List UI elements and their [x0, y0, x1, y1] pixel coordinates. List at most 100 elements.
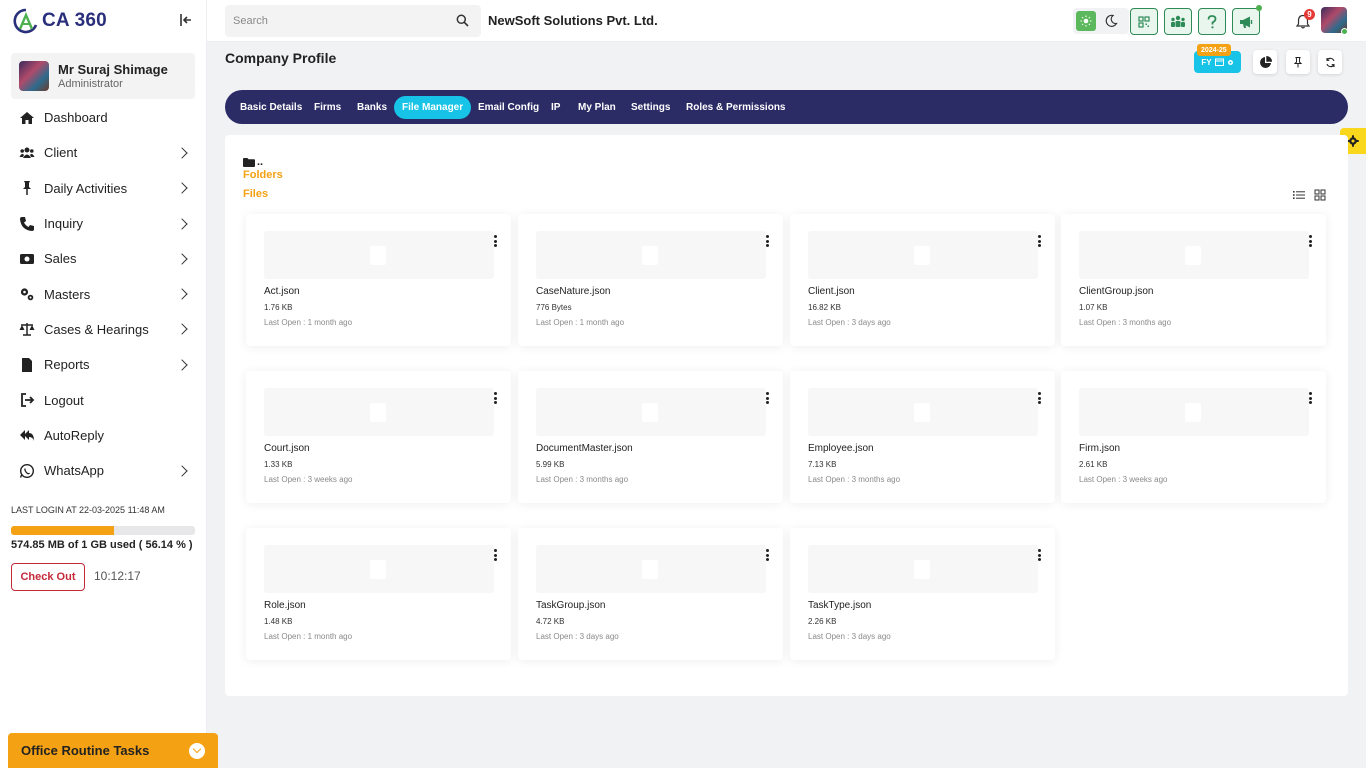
profile-card[interactable]: Mr Suraj Shimage Administrator: [11, 53, 195, 99]
tab-email-config[interactable]: Email Config: [470, 96, 547, 119]
more-options-icon[interactable]: [765, 392, 769, 404]
file-last-open: Last Open : 3 days ago: [536, 632, 619, 641]
file-thumbnail: [808, 231, 1038, 279]
tab-my-plan[interactable]: My Plan: [570, 96, 624, 119]
list-view-icon[interactable]: [1292, 188, 1306, 202]
brand-logo[interactable]: CA 360: [12, 7, 107, 35]
more-options-icon[interactable]: [765, 549, 769, 561]
qr-code-button[interactable]: [1130, 8, 1158, 35]
team-button[interactable]: [1164, 8, 1192, 35]
file-manager-panel: .. Folders Files Act.json 1.76 KB Last O…: [225, 135, 1348, 696]
file-name: CaseNature.json: [536, 286, 611, 297]
qr-code-icon: [1138, 15, 1150, 28]
sidebar-item-masters[interactable]: Masters: [0, 276, 207, 311]
file-size: 1.48 KB: [264, 617, 293, 626]
file-card[interactable]: TaskType.json 2.26 KB Last Open : 3 days…: [790, 528, 1055, 660]
more-options-icon[interactable]: [1037, 392, 1041, 404]
file-card[interactable]: Employee.json 7.13 KB Last Open : 3 mont…: [790, 371, 1055, 503]
pin-button[interactable]: [1286, 50, 1310, 74]
files-heading: Files: [243, 188, 269, 200]
sidebar-item-whatsapp[interactable]: WhatsApp: [0, 453, 207, 488]
help-button[interactable]: [1198, 8, 1226, 35]
tab-basic-details[interactable]: Basic Details: [232, 96, 310, 119]
check-out-button[interactable]: Check Out: [11, 563, 85, 591]
file-thumbnail: [808, 388, 1038, 436]
notification-count-badge: 9: [1304, 9, 1315, 20]
sidebar-item-label: Client: [44, 145, 78, 161]
sidebar-item-sales[interactable]: Sales: [0, 241, 207, 276]
folders-heading: Folders: [243, 169, 283, 181]
gears-icon: [20, 288, 34, 301]
breadcrumb-parent[interactable]: ..: [257, 156, 263, 168]
notifications-button[interactable]: 9: [1292, 9, 1315, 32]
search-icon[interactable]: [456, 14, 469, 27]
file-size: 7.13 KB: [808, 460, 837, 469]
tab-firms[interactable]: Firms: [306, 96, 349, 119]
sidebar-item-inquiry[interactable]: Inquiry: [0, 206, 207, 241]
sidebar-item-label: Inquiry: [44, 216, 84, 232]
company-name: NewSoft Solutions Pvt. Ltd.: [488, 13, 658, 28]
chevron-down-icon[interactable]: [189, 743, 205, 759]
breadcrumb[interactable]: ..: [243, 156, 263, 168]
more-options-icon[interactable]: [493, 235, 497, 247]
file-name: Employee.json: [808, 443, 874, 454]
more-options-icon[interactable]: [1037, 549, 1041, 561]
file-thumbnail: [536, 231, 766, 279]
file-card[interactable]: ClientGroup.json 1.07 KB Last Open : 3 m…: [1061, 214, 1326, 346]
more-options-icon[interactable]: [1037, 235, 1041, 247]
topbar: NewSoft Solutions Pvt. Ltd. 9: [207, 0, 1366, 42]
more-options-icon[interactable]: [493, 549, 497, 561]
sun-icon: [1080, 15, 1092, 27]
more-options-icon[interactable]: [1308, 235, 1312, 247]
file-card[interactable]: Role.json 1.48 KB Last Open : 1 month ag…: [246, 528, 511, 660]
more-options-icon[interactable]: [493, 392, 497, 404]
file-card[interactable]: Act.json 1.76 KB Last Open : 1 month ago: [246, 214, 511, 346]
tab-roles-permissions[interactable]: Roles & Permissions: [678, 96, 793, 119]
storage-progress-bar: [11, 526, 195, 535]
sidebar-item-dashboard[interactable]: Dashboard: [0, 100, 207, 135]
theme-toggle[interactable]: [1073, 8, 1129, 34]
tab-banks[interactable]: Banks: [349, 96, 395, 119]
analytics-button[interactable]: [1253, 50, 1277, 74]
file-last-open: Last Open : 3 days ago: [808, 318, 891, 327]
file-last-open: Last Open : 3 months ago: [1079, 318, 1172, 327]
sidebar-item-cases-hearings[interactable]: Cases & Hearings: [0, 312, 207, 347]
file-name: TaskGroup.json: [536, 600, 606, 611]
sidebar-item-label: Daily Activities: [44, 180, 128, 196]
moon-icon[interactable]: [1104, 14, 1118, 28]
file-thumbnail: [536, 388, 766, 436]
phone-icon: [20, 216, 34, 231]
file-last-open: Last Open : 1 month ago: [264, 632, 353, 641]
file-card[interactable]: DocumentMaster.json 5.99 KB Last Open : …: [518, 371, 783, 503]
money-icon: [20, 253, 34, 264]
online-status-dot: [1341, 28, 1348, 35]
file-thumbnail: [1079, 231, 1309, 279]
file-card[interactable]: CaseNature.json 776 Bytes Last Open : 1 …: [518, 214, 783, 346]
grid-view-icon[interactable]: [1313, 188, 1327, 202]
refresh-button[interactable]: [1318, 50, 1342, 74]
office-routine-tasks-bar[interactable]: Office Routine Tasks: [8, 733, 218, 768]
announcements-button[interactable]: [1232, 5, 1262, 35]
sidebar-item-reports[interactable]: Reports: [0, 347, 207, 382]
status-dot: [1256, 5, 1262, 11]
tab-ip[interactable]: IP: [543, 96, 568, 119]
file-card[interactable]: Firm.json 2.61 KB Last Open : 3 weeks ag…: [1061, 371, 1326, 503]
file-card[interactable]: Client.json 16.82 KB Last Open : 3 days …: [790, 214, 1055, 346]
more-options-icon[interactable]: [1308, 392, 1312, 404]
sidebar-item-label: Logout: [44, 392, 84, 408]
collapse-sidebar-icon[interactable]: [178, 12, 194, 28]
sidebar-item-autoreply[interactable]: AutoReply: [0, 418, 207, 453]
tab-settings[interactable]: Settings: [623, 96, 678, 119]
more-options-icon[interactable]: [765, 235, 769, 247]
sidebar-item-client[interactable]: Client: [0, 135, 207, 170]
file-card[interactable]: TaskGroup.json 4.72 KB Last Open : 3 day…: [518, 528, 783, 660]
light-mode-button[interactable]: [1076, 11, 1096, 31]
search-input[interactable]: [225, 5, 445, 37]
sidebar-item-daily-activities[interactable]: Daily Activities: [0, 171, 207, 206]
pin-icon: [1293, 56, 1303, 67]
file-card[interactable]: Court.json 1.33 KB Last Open : 3 weeks a…: [246, 371, 511, 503]
profile-tabs: Basic Details Firms Banks File Manager E…: [225, 90, 1348, 124]
tab-file-manager[interactable]: File Manager: [394, 96, 472, 119]
sidebar-item-logout[interactable]: Logout: [0, 382, 207, 417]
session-clock: 10:12:17: [94, 569, 141, 583]
